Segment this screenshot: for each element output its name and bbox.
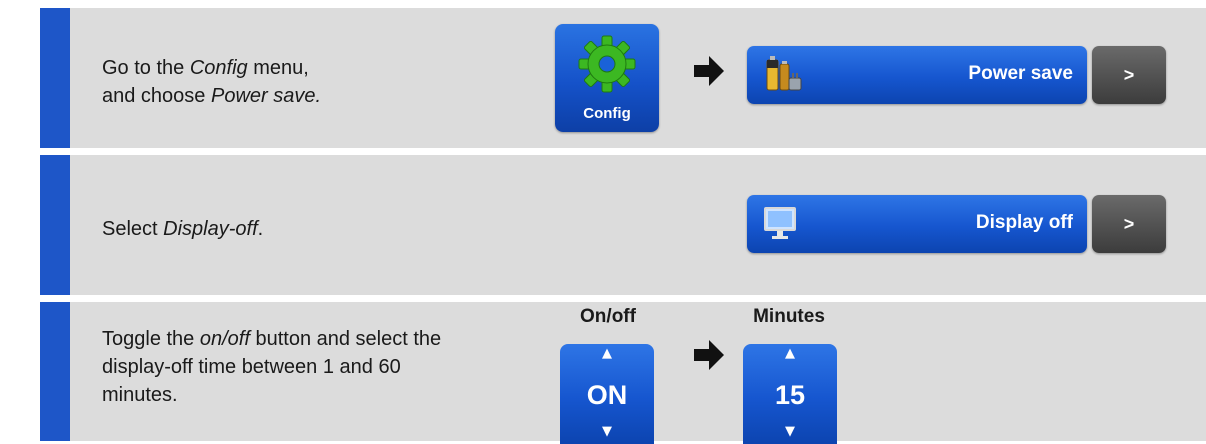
- step-accent-bar: [40, 302, 70, 441]
- battery-plug-icon: [766, 56, 802, 91]
- instruction-text: and choose: [102, 85, 211, 107]
- instruction-emphasis: Display-off: [163, 218, 258, 240]
- display-off-menu-item[interactable]: Display off: [747, 195, 1087, 253]
- arrow-right-icon: [694, 340, 724, 370]
- display-off-label: Display off: [975, 212, 1073, 233]
- chevron-up-icon[interactable]: ▲: [560, 346, 654, 361]
- config-label: Config: [583, 105, 631, 122]
- minutes-spinner[interactable]: ▲ 15 ▼: [743, 344, 837, 444]
- onoff-value: ON: [586, 380, 628, 410]
- step-instruction: Go to the Config menu, and choose Power …: [102, 54, 321, 110]
- chevron-down-icon[interactable]: ▼: [743, 424, 837, 439]
- power-save-menu-item[interactable]: Power save: [747, 46, 1087, 104]
- minutes-title: Minutes: [753, 306, 825, 327]
- instruction-text: .: [257, 218, 264, 240]
- step-accent-bar: [40, 8, 70, 148]
- minutes-value: 15: [774, 380, 806, 410]
- instruction-text: minutes.: [102, 384, 178, 406]
- gear-icon: [578, 35, 636, 93]
- instruction-text: Go to the: [102, 57, 190, 79]
- display-off-go-button[interactable]: >: [1092, 195, 1166, 253]
- instruction-emphasis: on/off: [199, 328, 250, 350]
- onoff-title: On/off: [580, 306, 636, 327]
- power-save-label: Power save: [968, 63, 1073, 84]
- step-accent-bar: [40, 155, 70, 295]
- arrow-right-icon: [694, 56, 724, 86]
- step-config-power-save: Go to the Config menu, and choose Power …: [40, 8, 1206, 148]
- monitor-icon: [764, 207, 796, 239]
- power-save-go-button[interactable]: >: [1092, 46, 1166, 104]
- instruction-emphasis: Config: [189, 57, 248, 79]
- instruction-text: display-off time between 1 and 60: [102, 356, 401, 378]
- instruction-text: Toggle the: [102, 328, 200, 350]
- step-instruction: Toggle the on/off button and select the …: [102, 325, 441, 409]
- step-instruction: Select Display-off.: [102, 215, 263, 243]
- step-display-off: Select Display-off. Display off >: [40, 155, 1206, 295]
- instruction-emphasis: Power save.: [210, 85, 322, 107]
- instruction-text: menu,: [247, 57, 309, 79]
- onoff-toggle[interactable]: ▲ ON ▼: [560, 344, 654, 444]
- instruction-text: Select: [102, 218, 164, 240]
- chevron-up-icon[interactable]: ▲: [743, 346, 837, 361]
- chevron-down-icon[interactable]: ▼: [560, 424, 654, 439]
- config-button[interactable]: Config: [555, 24, 659, 132]
- step-toggle-time: Toggle the on/off button and select the …: [40, 302, 1206, 444]
- instruction-text: button and select the: [249, 328, 442, 350]
